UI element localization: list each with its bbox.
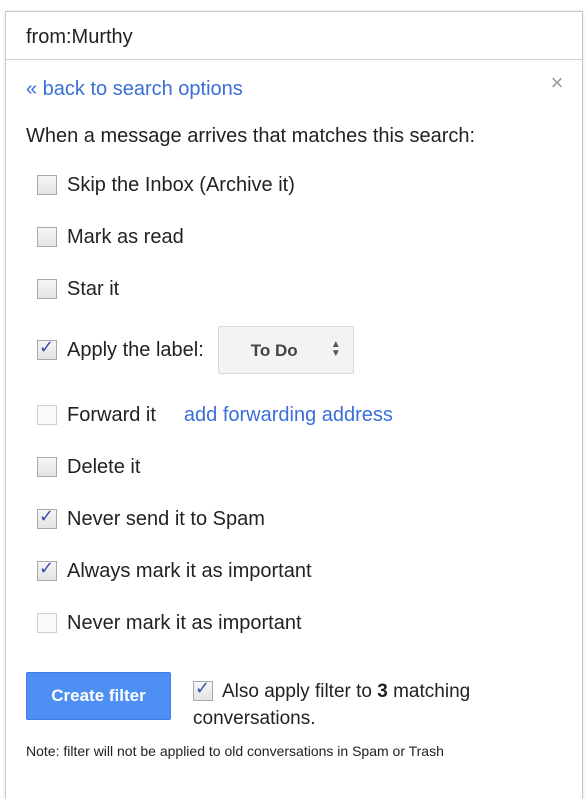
delete-it-label: Delete it bbox=[67, 455, 141, 478]
updown-arrows-icon: ▲ ▼ bbox=[330, 339, 341, 359]
filter-intro-text: When a message arrives that matches this… bbox=[26, 125, 476, 147]
option-mark-as-read[interactable]: Mark as read bbox=[37, 223, 184, 251]
option-never-important[interactable]: Never mark it as important bbox=[37, 609, 302, 637]
add-forwarding-address-link[interactable]: add forwarding address bbox=[184, 404, 393, 427]
option-never-spam[interactable]: ✓ Never send it to Spam bbox=[37, 505, 265, 533]
apply-existing-text: Also apply filter to 3 matching conversa… bbox=[193, 678, 523, 732]
create-filter-button[interactable]: Create filter bbox=[26, 672, 171, 720]
checkmark-icon: ✓ bbox=[195, 678, 211, 699]
apply-existing-checkbox[interactable]: ✓ bbox=[193, 678, 213, 701]
mark-as-read-checkbox[interactable] bbox=[37, 227, 57, 247]
always-important-checkbox[interactable]: ✓ bbox=[37, 558, 57, 581]
option-forward-it[interactable]: Forward it add forwarding address bbox=[37, 401, 393, 429]
forward-it-checkbox[interactable] bbox=[37, 405, 57, 425]
mark-as-read-label: Mark as read bbox=[67, 225, 184, 248]
filter-note: Note: filter will not be applied to old … bbox=[26, 743, 444, 759]
always-important-label: Always mark it as important bbox=[67, 559, 312, 582]
apply-label-label: Apply the label: bbox=[67, 338, 204, 361]
checkmark-icon: ✓ bbox=[39, 337, 55, 358]
option-always-important[interactable]: ✓ Always mark it as important bbox=[37, 557, 312, 585]
forward-it-label: Forward it bbox=[67, 403, 156, 426]
option-apply-label[interactable]: ✓ Apply the label: To Do ▲ ▼ bbox=[37, 326, 354, 374]
apply-label-checkbox[interactable]: ✓ bbox=[37, 337, 57, 360]
matching-count: 3 bbox=[377, 681, 388, 702]
close-icon[interactable]: × bbox=[546, 72, 568, 94]
option-star-it[interactable]: Star it bbox=[37, 275, 119, 303]
back-to-search-options-link[interactable]: « back to search options bbox=[26, 78, 243, 101]
filter-panel: from:Murthy « back to search options × W… bbox=[5, 11, 583, 799]
label-select-value: To Do bbox=[250, 341, 298, 360]
delete-it-checkbox[interactable] bbox=[37, 457, 57, 477]
never-spam-checkbox[interactable]: ✓ bbox=[37, 506, 57, 529]
label-select-dropdown[interactable]: To Do ▲ ▼ bbox=[217, 326, 354, 374]
option-skip-inbox[interactable]: Skip the Inbox (Archive it) bbox=[37, 171, 295, 199]
search-query-text[interactable]: from:Murthy bbox=[26, 26, 133, 49]
apply-prefix: Also apply filter to bbox=[222, 681, 372, 702]
never-spam-label: Never send it to Spam bbox=[67, 507, 265, 530]
star-it-checkbox[interactable] bbox=[37, 279, 57, 299]
search-query-bar[interactable]: from:Murthy bbox=[6, 12, 582, 60]
checkmark-icon: ✓ bbox=[39, 558, 55, 579]
star-it-label: Star it bbox=[67, 277, 120, 300]
skip-inbox-checkbox[interactable] bbox=[37, 175, 57, 195]
skip-inbox-label: Skip the Inbox (Archive it) bbox=[67, 173, 295, 196]
never-important-checkbox[interactable] bbox=[37, 613, 57, 633]
never-important-label: Never mark it as important bbox=[67, 611, 302, 634]
option-delete-it[interactable]: Delete it bbox=[37, 453, 140, 481]
checkmark-icon: ✓ bbox=[39, 506, 55, 527]
